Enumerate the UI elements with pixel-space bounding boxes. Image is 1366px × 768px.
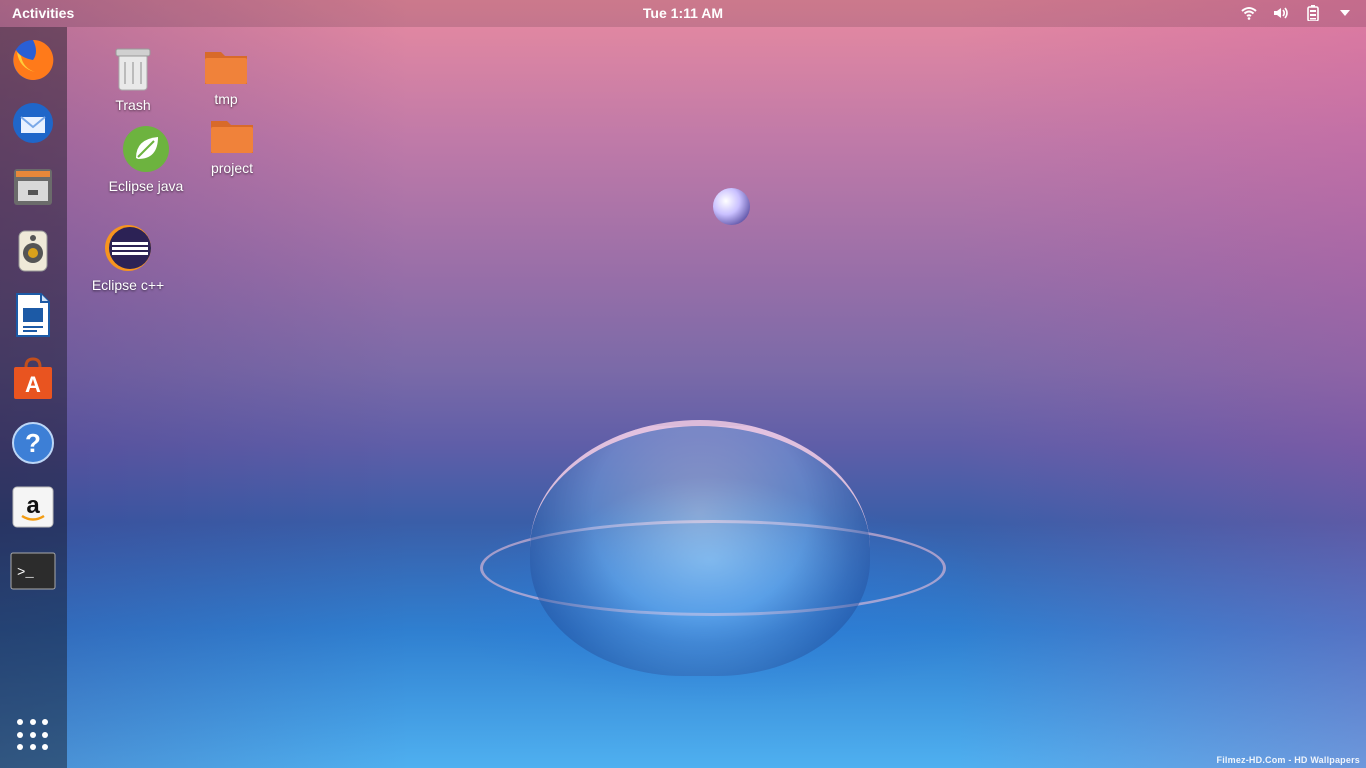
folder-icon (205, 52, 247, 84)
eclipse-icon (105, 225, 151, 271)
thunderbird-icon[interactable] (10, 100, 56, 146)
desktop-icon-tmp[interactable]: tmp (181, 46, 271, 107)
folder-icon (211, 121, 253, 153)
desktop-icon-label: Eclipse c++ (91, 277, 165, 293)
wifi-icon[interactable] (1240, 4, 1258, 22)
battery-icon[interactable] (1304, 4, 1322, 22)
water-crown (530, 420, 870, 676)
desktop-icon-label: Trash (115, 97, 151, 113)
desktop-icon-eclipse-cpp[interactable]: Eclipse c++ (83, 224, 173, 293)
document-icon[interactable] (10, 292, 56, 338)
desktop-icon-eclipse-java[interactable]: Eclipse java (101, 125, 191, 194)
app-grid-icon[interactable] (17, 719, 49, 751)
firefox-icon[interactable] (10, 37, 56, 83)
help-icon[interactable]: ? (10, 420, 56, 466)
terminal-icon[interactable]: >_ (10, 548, 56, 594)
svg-text:a: a (26, 492, 40, 519)
top-bar: Activities Tue 1:11 AM (0, 0, 1366, 27)
clock[interactable]: Tue 1:11 AM (0, 5, 1366, 21)
water-drop (713, 188, 750, 225)
amazon-icon[interactable]: a (10, 484, 56, 530)
desktop-icon-label: tmp (214, 91, 238, 107)
desktop-icon-label: project (210, 160, 254, 176)
speaker-icon[interactable] (1272, 4, 1290, 22)
desktop-icon-project[interactable]: project (187, 115, 277, 176)
svg-text:?: ? (25, 428, 41, 458)
file-manager-icon[interactable] (10, 164, 56, 210)
dock: A ? a >_ (0, 27, 67, 768)
wallpaper-watermark: Filmez-HD.Com - HD Wallpapers (1216, 755, 1360, 765)
water-ripple (480, 520, 946, 616)
svg-text:A: A (25, 372, 41, 397)
spring-leaf-icon (123, 126, 169, 172)
software-bag-icon[interactable]: A (10, 356, 56, 402)
trash-icon (115, 48, 151, 91)
desktop-icon-trash[interactable]: Trash (88, 46, 178, 113)
system-tray[interactable] (1240, 4, 1354, 22)
desktop-icon-label: Eclipse java (108, 178, 184, 194)
svg-text:>_: >_ (17, 565, 34, 581)
speaker-icon[interactable] (10, 228, 56, 274)
chevron-down-icon[interactable] (1336, 4, 1354, 22)
